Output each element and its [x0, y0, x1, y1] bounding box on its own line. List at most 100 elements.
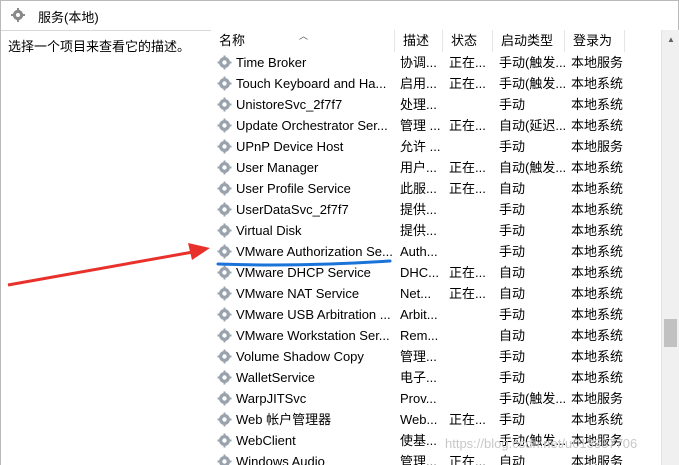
service-log-on-as: 本地系统 [571, 370, 624, 385]
service-status [449, 199, 489, 220]
service-startup-type: 手动 [499, 202, 526, 217]
service-status: 正在... [449, 181, 486, 196]
service-gear-icon [217, 307, 232, 322]
service-status [449, 346, 489, 367]
service-row[interactable]: Time Broker 协调... 正在... 手动(触发... 本地服务 [211, 52, 661, 73]
service-gear-icon [217, 97, 232, 112]
service-log-on-as: 本地系统 [571, 349, 624, 364]
service-gear-icon [217, 286, 232, 301]
column-header-log-on-as[interactable]: 登录为 [565, 30, 625, 52]
service-startup-type: 自动 [499, 181, 526, 196]
service-status: 正在... [449, 160, 486, 175]
service-name: User Profile Service [236, 181, 351, 196]
service-status: 正在... [449, 55, 486, 70]
service-startup-type: 手动(触发... [499, 76, 565, 91]
column-header-description[interactable]: 描述 [395, 30, 443, 52]
service-log-on-as: 本地系统 [571, 223, 624, 238]
services-list[interactable]: ︿ 名称 描述 状态 启动类型 登录为 Time Broker 协调... 正在..… [211, 30, 661, 465]
service-name: Touch Keyboard and Ha... [236, 76, 387, 91]
vertical-scrollbar[interactable]: ▲ [661, 30, 679, 465]
service-log-on-as: 本地服务 [571, 55, 624, 70]
service-log-on-as: 本地系统 [571, 202, 624, 217]
service-description: 此服... [400, 181, 437, 196]
column-header-startup-type[interactable]: 启动类型 [493, 30, 565, 52]
service-gear-icon [217, 433, 232, 448]
service-status [449, 241, 489, 262]
service-status: 正在... [449, 265, 486, 280]
service-row[interactable]: Touch Keyboard and Ha... 启用... 正在... 手动(触发.… [211, 73, 661, 94]
service-row[interactable]: Web 帐户管理器 Web... 正在... 手动 本地系统 [211, 409, 661, 430]
service-row[interactable]: User Manager 用户... 正在... 自动(触发... 本地系统 [211, 157, 661, 178]
service-name: Volume Shadow Copy [236, 349, 364, 364]
service-name: Time Broker [236, 55, 307, 70]
service-name: Web 帐户管理器 [236, 412, 332, 427]
service-log-on-as: 本地系统 [571, 118, 624, 133]
service-description: Arbit... [400, 307, 438, 322]
service-gear-icon [217, 55, 232, 70]
service-log-on-as: 本地系统 [571, 286, 624, 301]
service-status [449, 325, 489, 346]
service-row[interactable]: Volume Shadow Copy 管理... 手动 本地系统 [211, 346, 661, 367]
scroll-thumb[interactable] [664, 319, 677, 347]
service-status [449, 94, 489, 115]
service-row[interactable]: Virtual Disk 提供... 手动 本地系统 [211, 220, 661, 241]
service-startup-type: 自动 [499, 328, 526, 343]
service-row[interactable]: UnistoreSvc_2f7f7 处理... 手动 本地系统 [211, 94, 661, 115]
service-description: 用户... [400, 160, 437, 175]
service-gear-icon [217, 160, 232, 175]
service-startup-type: 手动 [499, 412, 526, 427]
service-status: 正在... [449, 454, 486, 465]
service-status [449, 136, 489, 157]
service-log-on-as: 本地服务 [571, 454, 624, 465]
service-description: Net... [400, 286, 432, 301]
service-name: UPnP Device Host [236, 139, 344, 154]
service-startup-type: 自动(触发... [499, 160, 565, 175]
service-status [449, 220, 489, 241]
service-name: User Manager [236, 160, 319, 175]
column-header-status[interactable]: 状态 [443, 30, 493, 52]
service-description: 允许 ... [400, 139, 440, 154]
description-pane: 选择一个项目来查看它的描述。 [0, 30, 211, 465]
service-log-on-as: 本地服务 [571, 391, 624, 406]
service-row[interactable]: VMware Workstation Ser... Rem... 自动 本地系统 [211, 325, 661, 346]
service-log-on-as: 本地系统 [571, 181, 624, 196]
service-gear-icon [217, 349, 232, 364]
list-header: ︿ 名称 描述 状态 启动类型 登录为 [211, 30, 661, 52]
service-gear-icon [217, 181, 232, 196]
service-gear-icon [217, 454, 232, 465]
service-row[interactable]: VMware Authorization Se... Auth... 手动 本地系统 [211, 241, 661, 262]
service-row[interactable]: VMware USB Arbitration ... Arbit... 手动 本地系统 [211, 304, 661, 325]
service-name: VMware Workstation Ser... [236, 328, 390, 343]
service-description: Rem... [400, 328, 439, 343]
service-name: UnistoreSvc_2f7f7 [236, 97, 343, 112]
service-startup-type: 手动 [499, 223, 526, 238]
service-description: 协调... [400, 55, 437, 70]
service-row[interactable]: WarpJITSvc Prov... 手动(触发... 本地服务 [211, 388, 661, 409]
service-gear-icon [217, 139, 232, 154]
service-row[interactable]: VMware NAT Service Net... 正在... 自动 本地系统 [211, 283, 661, 304]
service-log-on-as: 本地系统 [571, 328, 624, 343]
window-title: 服务(本地) [38, 10, 99, 25]
service-row[interactable]: Update Orchestrator Ser... 管理 ... 正在... 自动(… [211, 115, 661, 136]
service-status [449, 388, 489, 409]
service-log-on-as: 本地服务 [571, 139, 624, 154]
service-row[interactable]: UPnP Device Host 允许 ... 手动 本地服务 [211, 136, 661, 157]
service-gear-icon [217, 223, 232, 238]
service-description: 电子... [400, 370, 437, 385]
service-startup-type: 自动(延迟... [499, 118, 565, 133]
gear-icon [11, 8, 25, 22]
service-startup-type: 手动(触发... [499, 55, 565, 70]
service-row[interactable]: VMware DHCP Service DHC... 正在... 自动 本地系统 [211, 262, 661, 283]
service-row[interactable]: Windows Audio 管理... 正在... 自动 本地服务 [211, 451, 661, 465]
service-name: VMware USB Arbitration ... [236, 307, 391, 322]
service-log-on-as: 本地系统 [571, 97, 624, 112]
service-startup-type: 手动(触发... [499, 391, 565, 406]
service-name: WarpJITSvc [236, 391, 307, 406]
service-gear-icon [217, 265, 232, 280]
scroll-up-icon[interactable]: ▲ [667, 35, 675, 44]
service-row[interactable]: UserDataSvc_2f7f7 提供... 手动 本地系统 [211, 199, 661, 220]
column-header-name[interactable]: ︿ 名称 [211, 30, 395, 52]
service-row[interactable]: User Profile Service 此服... 正在... 自动 本地系统 [211, 178, 661, 199]
service-status [449, 367, 489, 388]
service-row[interactable]: WalletService 电子... 手动 本地系统 [211, 367, 661, 388]
